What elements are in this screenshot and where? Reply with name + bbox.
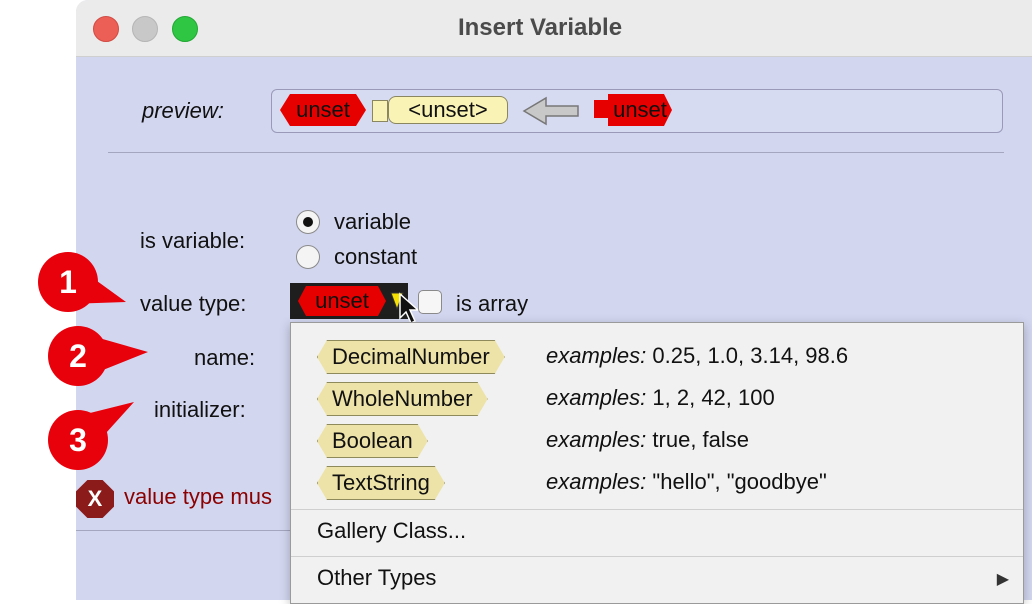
error-icon: X [76, 480, 114, 518]
callout-number: 1 [59, 264, 77, 300]
radio-selected-dot [303, 217, 313, 227]
preview-target-connector [594, 100, 608, 118]
callout-number: 3 [69, 422, 87, 458]
title-bar: Insert Variable [76, 0, 1032, 57]
menu-item-decimalnumber[interactable]: DecimalNumber examples: 0.25, 1.0, 3.14,… [291, 335, 1023, 377]
variable-option-label[interactable]: variable [334, 209, 411, 235]
is-array-label[interactable]: is array [456, 291, 528, 317]
type-tile-textstring: TextString [317, 466, 445, 500]
examples-label: examples: [546, 469, 647, 494]
examples-text: examples: 0.25, 1.0, 3.14, 98.6 [546, 343, 848, 369]
is-array-checkbox[interactable] [418, 290, 442, 314]
examples-label: examples: [546, 427, 647, 452]
type-tile-boolean: Boolean [317, 424, 428, 458]
examples-values: true, false [652, 427, 750, 452]
callout-badge-3: 3 [48, 402, 134, 470]
callout-badge-2: 2 [48, 326, 148, 386]
menu-item-boolean[interactable]: Boolean examples: true, false [291, 419, 1023, 461]
window-title: Insert Variable [457, 14, 623, 41]
is-variable-label: is variable: [140, 228, 246, 253]
menu-item-other-types[interactable]: Other Types [317, 565, 436, 591]
menu-item-wholenumber[interactable]: WholeNumber examples: 1, 2, 42, 100 [291, 377, 1023, 419]
type-tile-wholenumber: WholeNumber [317, 382, 488, 416]
constant-radio[interactable] [296, 245, 320, 269]
examples-text: examples: true, false [546, 427, 749, 453]
examples-text: examples: 1, 2, 42, 100 [546, 385, 775, 411]
menu-separator [291, 556, 1023, 557]
menu-separator [291, 509, 1023, 510]
examples-label: examples: [546, 385, 647, 410]
menu-item-textstring[interactable]: TextString examples: "hello", "goodbye" [291, 461, 1023, 503]
assign-arrow-icon [522, 96, 579, 126]
name-label: name: [194, 345, 256, 370]
preview-type-tile: unset [280, 94, 366, 126]
examples-values: "hello", "goodbye" [652, 469, 827, 494]
constant-option-label[interactable]: constant [334, 244, 417, 270]
separator [108, 152, 1004, 153]
preview-target-tile: unset [608, 94, 672, 126]
examples-text: examples: "hello", "goodbye" [546, 469, 827, 495]
preview-connector [372, 100, 388, 122]
examples-label: examples: [546, 343, 647, 368]
type-tile-decimalnumber: DecimalNumber [317, 340, 505, 374]
examples-values: 1, 2, 42, 100 [652, 385, 775, 410]
preview-label: preview: [142, 98, 224, 123]
menu-item-gallery-class[interactable]: Gallery Class... [317, 518, 466, 544]
footer-separator [76, 530, 292, 531]
examples-values: 0.25, 1.0, 3.14, 98.6 [652, 343, 849, 368]
value-type-dropdown-menu: DecimalNumber examples: 0.25, 1.0, 3.14,… [290, 322, 1024, 604]
preview-value-tile: <unset> [388, 96, 508, 124]
variable-radio[interactable] [296, 210, 320, 234]
callout-number: 2 [69, 338, 87, 374]
value-type-selected: unset [298, 286, 386, 316]
preview-box: unset <unset> unset [271, 89, 1003, 133]
submenu-arrow-icon: ▶ [996, 571, 1009, 588]
value-type-combo[interactable]: unset [290, 283, 408, 319]
callout-badge-1: 1 [38, 252, 126, 312]
error-message: value type mus [124, 484, 272, 509]
